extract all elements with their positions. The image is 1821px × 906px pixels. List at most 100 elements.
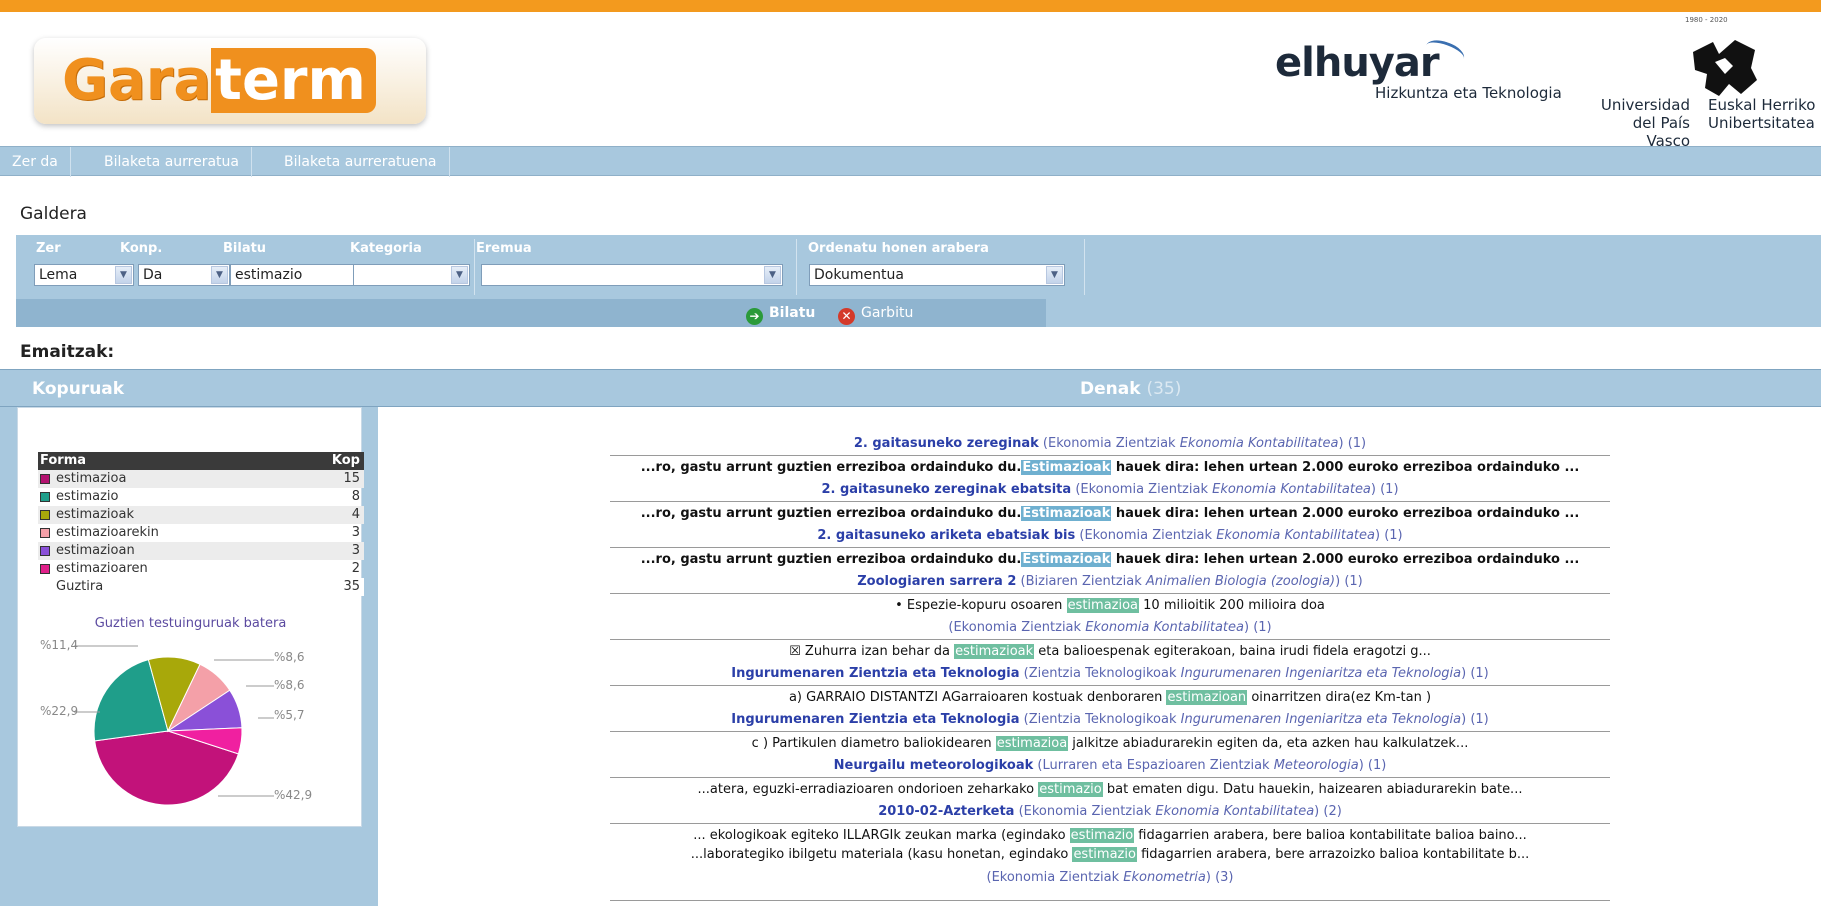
- upv-eu-line1: Euskal Herriko: [1708, 96, 1816, 114]
- snippet-after: hauek dira: lehen urtean 2.000 euroko er…: [1111, 460, 1580, 475]
- pie-label-estimazioak: %11,4: [40, 638, 79, 652]
- result-title-row: 2. gaitasuneko ariketa ebatsiak bis (Eko…: [610, 524, 1610, 547]
- query-action-bar: ➔ Bilatu ✕ Garbitu: [16, 299, 1046, 327]
- snippet-before: ...atera, eguzki-erradiazioaren ondorioe…: [697, 782, 1039, 797]
- snippet-before: ☒ Zuhurra izan behar da: [789, 644, 955, 659]
- form-row[interactable]: estimazioarekin 3: [38, 524, 364, 542]
- result-count: ) (2): [1314, 804, 1342, 819]
- result-category: (Zientzia Teknologikoak: [1023, 666, 1177, 681]
- form-row[interactable]: estimazio 8: [38, 488, 364, 506]
- result-link[interactable]: Ingurumenaren Zientzia eta Teknologia: [731, 666, 1019, 681]
- result-link[interactable]: Zoologiaren sarrera 2: [857, 574, 1016, 589]
- eremua-select[interactable]: ▼: [481, 264, 783, 286]
- result-link[interactable]: Ingurumenaren Zientzia eta Teknologia: [731, 712, 1019, 727]
- form-name: estimazioarekin: [56, 525, 159, 540]
- search-button[interactable]: ➔ Bilatu: [746, 303, 815, 325]
- result-title-row: Ingurumenaren Zientzia eta Teknologia (Z…: [610, 662, 1610, 685]
- nav-bilaketa-aurreratuena[interactable]: Bilaketa aurreratuena: [272, 147, 450, 177]
- snippet-after: jalkitze abiadurarekin egiten da, eta az…: [1068, 736, 1469, 751]
- color-swatch-icon: [40, 564, 50, 574]
- nav-bilaketa-aurreratua[interactable]: Bilaketa aurreratua: [92, 147, 253, 177]
- result-category: (Biziaren Zientziak: [1020, 574, 1142, 589]
- result-category: (Zientzia Teknologikoak: [1023, 712, 1177, 727]
- result-snippet: c ) Partikulen diametro baliokidearen es…: [610, 731, 1610, 755]
- search-button-label: Bilatu: [769, 305, 816, 321]
- ordenatu-value: Dokumentua: [814, 267, 904, 283]
- result-subcategory: Ekonomia Kontabilitatea: [1155, 804, 1315, 819]
- result-count: ) (1): [1358, 758, 1387, 773]
- forms-table: Forma Kop estimazioa 15 estimazio 8 estimazi…: [38, 452, 364, 596]
- result-title-row: Ingurumenaren Zientzia eta Teknologia (Z…: [610, 708, 1610, 731]
- zer-select[interactable]: Lema ▼: [34, 264, 134, 286]
- pie-label-estimazioaren: %5,7: [274, 708, 305, 722]
- form-count: 3: [351, 543, 360, 558]
- counts-panel: Forma Kop estimazioa 15 estimazio 8 estimazi…: [17, 407, 364, 827]
- divider: [1084, 239, 1085, 295]
- form-name: estimazioaren: [56, 561, 148, 576]
- result-subcategory: Ekonomia Kontabilitatea: [1085, 620, 1244, 635]
- counts-header: Kopuruak: [32, 379, 125, 399]
- snippet-before: ...ro, gastu arrunt guztien erreziboa or…: [640, 460, 1022, 475]
- form-row[interactable]: estimazioa 15: [38, 470, 364, 488]
- upv-es-line2: del País Vasco: [1632, 114, 1690, 150]
- upv-emblem-icon: [1693, 40, 1757, 96]
- snippet-highlight: Estimazioak: [1021, 506, 1112, 521]
- result-subcategory: Ekonometria: [1123, 870, 1206, 885]
- clear-button[interactable]: ✕ Garbitu: [838, 303, 913, 325]
- result-link[interactable]: Neurgailu meteorologikoak: [834, 758, 1034, 773]
- kategoria-select[interactable]: ▼: [353, 264, 470, 286]
- snippet-highlight: estimazio: [1069, 828, 1135, 843]
- result-title-row: Neurgailu meteorologikoak (Lurraren eta …: [610, 754, 1610, 777]
- color-swatch-icon: [40, 546, 50, 556]
- snippet-highlight: estimazio: [1072, 847, 1137, 862]
- result-link[interactable]: 2. gaitasuneko zereginak: [854, 436, 1039, 451]
- label-ordenatu: Ordenatu honen arabera: [808, 241, 989, 256]
- result-link[interactable]: 2. gaitasuneko ariketa ebatsiak bis: [817, 528, 1075, 543]
- snippet-after: oinarritzen dira(ez Km-tan ): [1247, 690, 1432, 705]
- form-row[interactable]: estimazioak 4: [38, 506, 364, 524]
- result-category: (Ekonomia Zientziak: [1042, 436, 1176, 451]
- form-name: estimazio: [56, 489, 119, 504]
- result-subcategory: Ekonomia Kontabilitatea: [1212, 482, 1371, 497]
- all-results-count: (35): [1146, 379, 1182, 399]
- form-row[interactable]: estimazioan 3: [38, 542, 364, 560]
- nav-zer-da[interactable]: Zer da: [0, 147, 71, 177]
- result-snippet: ...ro, gastu arrunt guztien erreziboa or…: [610, 501, 1610, 525]
- forms-table-header: Forma Kop: [38, 452, 364, 470]
- upv-spanish-name: Universidad del País Vasco: [1590, 96, 1690, 150]
- chevron-down-icon[interactable]: ▼: [764, 266, 781, 284]
- konp-select[interactable]: Da ▼: [138, 264, 230, 286]
- result-title-row: Zoologiaren sarrera 2 (Biziaren Zientzia…: [610, 570, 1610, 593]
- pie-title: Guztien testuinguruak batera: [94, 616, 287, 631]
- result-title-row: (Ekonomia Zientziak Ekonometria) (3): [610, 866, 1610, 889]
- clear-button-label: Garbitu: [861, 305, 914, 321]
- all-results-header[interactable]: Denak (35): [1080, 370, 1181, 408]
- result-count: ) (1): [1461, 712, 1489, 727]
- all-results-label: Denak: [1080, 379, 1141, 399]
- form-count: 2: [351, 561, 360, 576]
- result-link[interactable]: 2010-02-Azterketa: [878, 804, 1014, 819]
- pie-label-estimazio: %22,9: [40, 704, 79, 718]
- ordenatu-select[interactable]: Dokumentua ▼: [809, 264, 1065, 286]
- result-category: (Lurraren eta Espazioaren Zientziak: [1037, 758, 1270, 773]
- result-snippet: ...laborategiko ibilgetu materiala (kasu…: [610, 843, 1610, 866]
- chevron-down-icon[interactable]: ▼: [211, 266, 228, 284]
- snippet-highlight: estimazioak: [954, 644, 1035, 659]
- garaterm-logo[interactable]: Garaterm: [34, 38, 426, 124]
- form-row[interactable]: estimazioaren 2: [38, 560, 364, 578]
- chevron-down-icon[interactable]: ▼: [1046, 266, 1063, 284]
- upv-ehu-logo[interactable]: 1980 - 2020 Universidad del País Vasco E…: [1590, 12, 1821, 162]
- color-swatch-icon: [40, 528, 50, 538]
- search-input[interactable]: estimazio: [230, 264, 362, 286]
- result-title-row: 2010-02-Azterketa (Ekonomia Zientziak Ek…: [610, 800, 1610, 823]
- result-snippet: ...ro, gastu arrunt guztien erreziboa or…: [610, 455, 1610, 479]
- chevron-down-icon[interactable]: ▼: [451, 266, 468, 284]
- elhuyar-logo[interactable]: elhuyar Hizkuntza eta Teknologia: [1275, 35, 1575, 110]
- col-kop: Kop: [331, 453, 360, 468]
- chevron-down-icon[interactable]: ▼: [115, 266, 132, 284]
- snippet-after: 10 milioitik 200 milioira doa: [1139, 598, 1325, 613]
- results-section-title: Emaitzak:: [20, 342, 115, 362]
- result-link[interactable]: 2. gaitasuneko zereginak ebatsita: [821, 482, 1071, 497]
- divider: [796, 239, 797, 295]
- results-header: Kopuruak Denak (35): [0, 369, 1821, 407]
